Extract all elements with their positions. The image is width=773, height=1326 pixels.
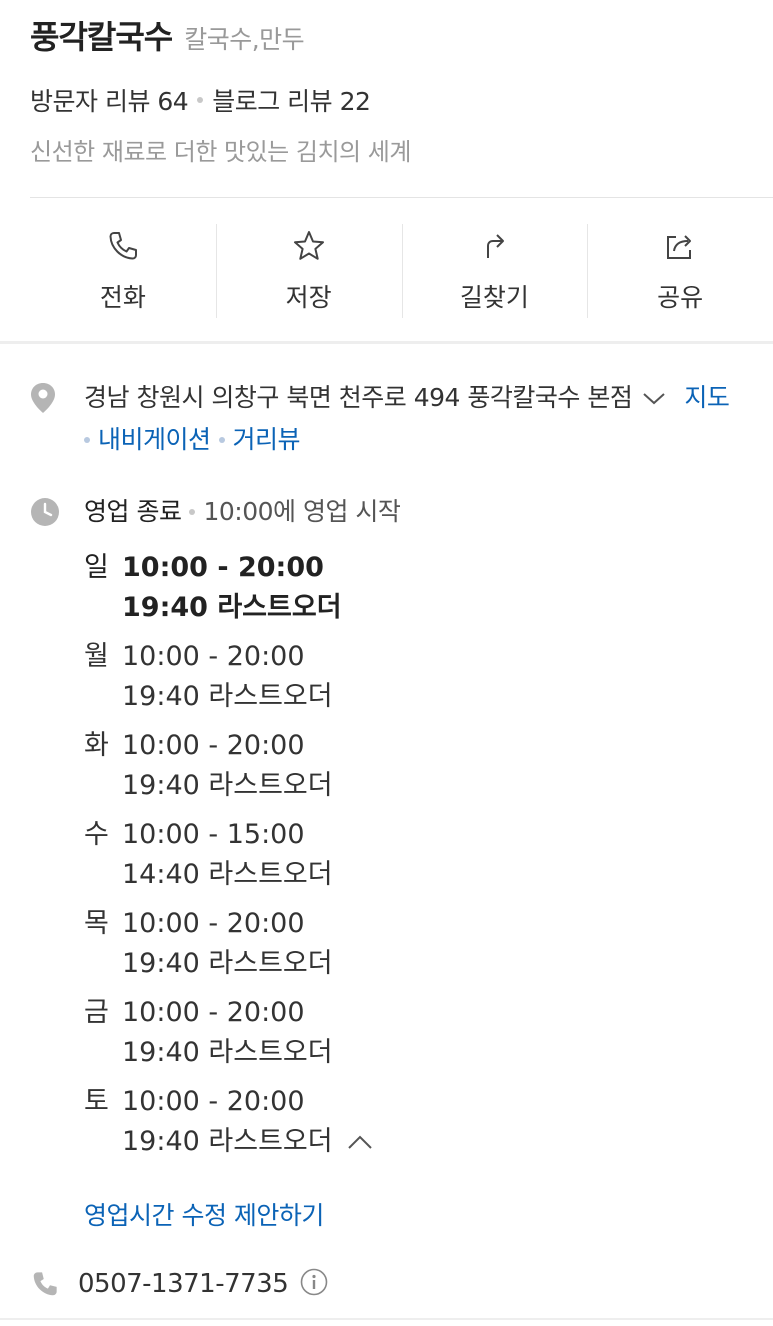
star-icon <box>293 231 324 260</box>
section-divider <box>0 1318 773 1320</box>
last-order: 19:40 라스트오더 <box>122 770 333 801</box>
last-order: 19:40 라스트오더 <box>122 681 333 712</box>
hours-row-wednesday: 수 10:00 - 15:00 14:40 라스트오더 <box>84 815 765 895</box>
separator-dot <box>84 437 90 443</box>
directions-label: 길찾기 <box>459 283 529 312</box>
hours-section: 영업 종료 10:00에 영업 시작 일 10:00 - 20:00 19:40… <box>30 492 765 1171</box>
visitor-review-link[interactable]: 방문자 리뷰 64 <box>30 82 189 118</box>
clock-icon <box>31 498 59 526</box>
hours-row-saturday: 토 10:00 - 20:00 19:40 라스트오더 <box>84 1082 765 1162</box>
day-name: 목 <box>84 908 109 939</box>
last-order: 19:40 라스트오더 <box>122 1037 333 1068</box>
review-row: 방문자 리뷰 64 블로그 리뷰 22 <box>30 82 760 118</box>
chevron-down-icon[interactable] <box>642 378 666 418</box>
last-order: 14:40 라스트오더 <box>122 859 333 890</box>
place-name[interactable]: 풍각칼국수 <box>30 12 173 58</box>
hours-row-sunday: 일 10:00 - 20:00 19:40 라스트오더 <box>84 548 765 628</box>
separator-dot <box>197 97 204 103</box>
day-time: 10:00 - 15:00 <box>122 819 305 850</box>
place-description: 신선한 재료로 더한 맛있는 김치의 세계 <box>30 138 411 166</box>
separator-dot <box>189 509 196 515</box>
share-label: 공유 <box>657 283 704 312</box>
day-name: 일 <box>84 552 109 583</box>
title-row: 풍각칼국수 칼국수,만두 <box>30 12 760 60</box>
call-button[interactable]: 전화 <box>30 198 216 338</box>
share-icon <box>667 235 692 259</box>
hours-row-tuesday: 화 10:00 - 20:00 19:40 라스트오더 <box>84 726 765 806</box>
info-icon[interactable] <box>300 1268 328 1300</box>
day-name: 화 <box>84 730 109 761</box>
day-time: 10:00 - 20:00 <box>122 641 305 672</box>
chevron-up-icon[interactable] <box>347 1122 373 1162</box>
save-button[interactable]: 저장 <box>215 198 402 338</box>
navigation-link[interactable]: 내비게이션 <box>98 420 211 460</box>
day-time: 10:00 - 20:00 <box>122 1086 305 1117</box>
next-open-time: 10:00에 영업 시작 <box>203 497 401 526</box>
last-order: 19:40 라스트오더 <box>122 1126 333 1157</box>
address-section: 경남 창원시 의창구 북면 천주로 494 풍각칼국수 본점 지도 내비게이션 … <box>30 378 765 460</box>
day-time: 10:00 - 20:00 <box>122 730 305 761</box>
map-link[interactable]: 지도 <box>684 378 730 418</box>
save-label: 저장 <box>285 283 332 312</box>
hours-list: 일 10:00 - 20:00 19:40 라스트오더 월 10:00 - 20… <box>84 548 765 1162</box>
action-bar: 전화 저장 길찾기 공유 <box>30 198 773 338</box>
last-order: 19:40 라스트오더 <box>122 948 333 979</box>
hours-row-thursday: 목 10:00 - 20:00 19:40 라스트오더 <box>84 904 765 984</box>
phone-icon <box>109 232 137 260</box>
hours-row-monday: 월 10:00 - 20:00 19:40 라스트오더 <box>84 637 765 717</box>
day-name: 수 <box>84 819 109 850</box>
day-name: 금 <box>84 997 109 1028</box>
day-time: 10:00 - 20:00 <box>122 997 305 1028</box>
suggest-hours-edit-link[interactable]: 영업시간 수정 제안하기 <box>84 1196 324 1232</box>
last-order: 19:40 라스트오더 <box>122 592 342 623</box>
street-view-link[interactable]: 거리뷰 <box>233 420 301 460</box>
phone-row: 0507-1371-7735 <box>30 1268 328 1300</box>
hours-row-friday: 금 10:00 - 20:00 19:40 라스트오더 <box>84 993 765 1073</box>
call-label: 전화 <box>99 283 146 312</box>
day-time: 10:00 - 20:00 <box>122 552 324 583</box>
phone-icon <box>33 1272 57 1296</box>
day-name: 월 <box>84 641 109 672</box>
separator-dot <box>218 437 225 443</box>
directions-button[interactable]: 길찾기 <box>401 198 588 338</box>
location-pin-icon <box>31 383 55 413</box>
section-divider <box>0 341 773 344</box>
place-header: 풍각칼국수 칼국수,만두 방문자 리뷰 64 블로그 리뷰 22 신선한 재료로… <box>30 12 760 198</box>
address-text: 경남 창원시 의창구 북면 천주로 494 풍각칼국수 본점 <box>84 383 633 412</box>
share-button[interactable]: 공유 <box>587 198 773 338</box>
business-status: 영업 종료 <box>84 497 182 526</box>
day-name: 토 <box>84 1086 109 1117</box>
phone-number[interactable]: 0507-1371-7735 <box>78 1269 289 1299</box>
place-category: 칼국수,만두 <box>184 25 305 54</box>
day-time: 10:00 - 20:00 <box>122 908 305 939</box>
directions-icon <box>487 234 505 258</box>
blog-review-link[interactable]: 블로그 리뷰 22 <box>212 82 371 118</box>
